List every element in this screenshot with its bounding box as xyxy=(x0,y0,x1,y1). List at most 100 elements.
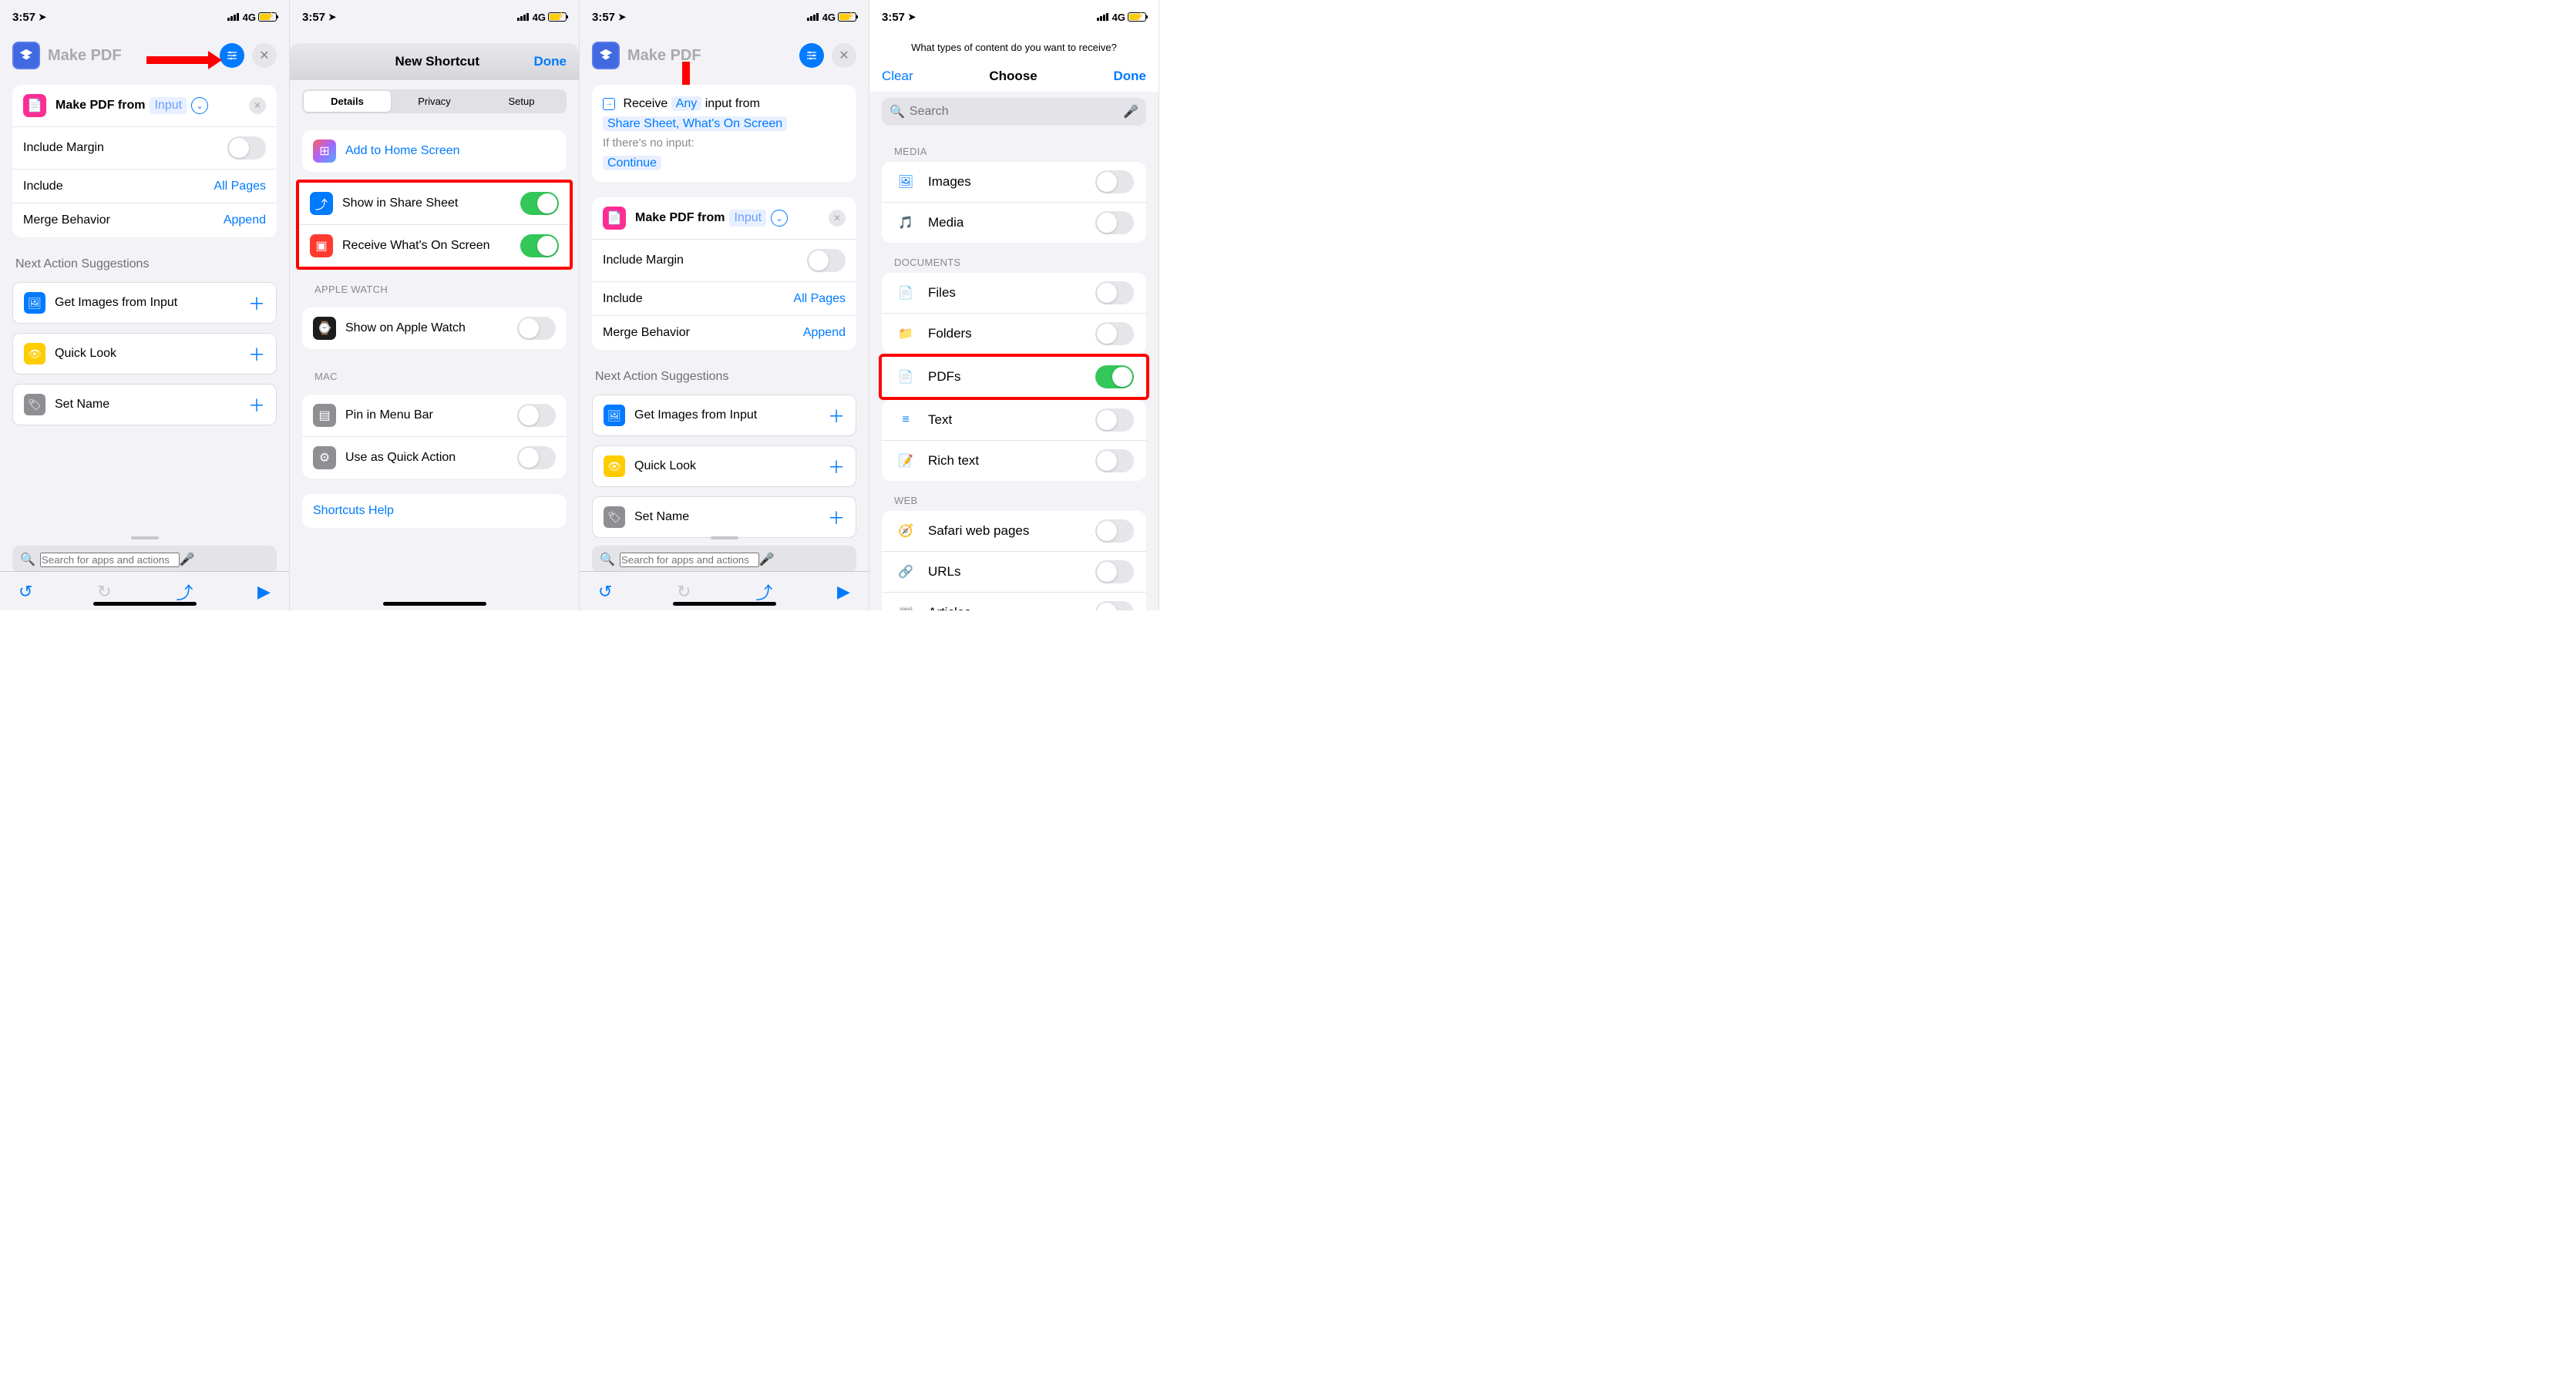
home-indicator[interactable] xyxy=(673,602,776,606)
search-field[interactable]: 🔍 🎤 xyxy=(592,546,856,573)
tab-setup[interactable]: Setup xyxy=(478,91,565,112)
images-toggle[interactable] xyxy=(1095,170,1134,193)
grabber-icon[interactable] xyxy=(711,536,738,539)
shortcut-icon[interactable] xyxy=(592,42,620,69)
clear-action-button[interactable]: ✕ xyxy=(249,97,266,114)
share-button[interactable]: ⤴ xyxy=(176,580,193,604)
row-safari: 🧭 Safari web pages xyxy=(882,511,1146,552)
search-field[interactable]: 🔍 🎤 xyxy=(882,98,1146,126)
merge-behavior-row[interactable]: Merge Behavior Append xyxy=(12,203,277,237)
action-title-row[interactable]: 📄 Make PDF from Input ⌄ ✕ xyxy=(12,85,277,127)
safari-toggle[interactable] xyxy=(1095,519,1134,543)
expand-icon[interactable]: ⌄ xyxy=(771,210,788,227)
run-button[interactable]: ▶ xyxy=(257,582,271,602)
suggestion-quick-look[interactable]: 👁 Quick Look ＋ xyxy=(592,445,856,487)
input-token[interactable]: Input xyxy=(150,97,187,114)
merge-behavior-row[interactable]: Merge Behavior Append xyxy=(592,316,856,350)
link-icon: 🔗 xyxy=(894,560,917,583)
sliders-icon xyxy=(226,49,238,62)
share-sheet-toggle[interactable] xyxy=(520,192,559,215)
home-indicator[interactable] xyxy=(383,602,486,606)
add-suggestion-button[interactable]: ＋ xyxy=(828,403,845,428)
richtext-toggle[interactable] xyxy=(1095,449,1134,472)
media-toggle[interactable] xyxy=(1095,211,1134,234)
suggestion-quick-look[interactable]: 👁 Quick Look ＋ xyxy=(12,333,277,375)
shortcut-icon[interactable] xyxy=(12,42,40,69)
undo-button[interactable]: ↺ xyxy=(18,582,32,602)
search-input[interactable] xyxy=(620,553,759,567)
text-icon: ≡ xyxy=(894,408,917,432)
any-token[interactable]: Any xyxy=(671,96,702,111)
close-button[interactable]: ✕ xyxy=(832,43,856,68)
pin-menu-toggle[interactable] xyxy=(517,404,556,427)
modal-header: New Shortcut Done xyxy=(290,43,579,80)
home-indicator[interactable] xyxy=(93,602,197,606)
shortcuts-help-row[interactable]: Shortcuts Help xyxy=(302,494,567,528)
share-button[interactable]: ⤴ xyxy=(755,580,772,604)
include-row[interactable]: Include All Pages xyxy=(592,282,856,316)
clear-action-button[interactable]: ✕ xyxy=(829,210,846,227)
images-icon: 🖼 xyxy=(604,405,625,426)
eye-icon: 👁 xyxy=(604,455,625,477)
apple-watch-toggle[interactable] xyxy=(517,317,556,340)
folders-toggle[interactable] xyxy=(1095,322,1134,345)
mic-icon[interactable]: 🎤 xyxy=(1123,104,1138,119)
receive-onscreen-toggle[interactable] xyxy=(520,234,559,257)
mic-icon[interactable]: 🎤 xyxy=(180,552,195,567)
richtext-icon: 📝 xyxy=(894,449,917,472)
include-margin-toggle[interactable] xyxy=(227,136,266,160)
segmented-control[interactable]: Details Privacy Setup xyxy=(302,89,567,113)
suggestion-set-name[interactable]: 🏷 Set Name ＋ xyxy=(12,384,277,425)
settings-button[interactable] xyxy=(799,43,824,68)
mic-icon[interactable]: 🎤 xyxy=(759,552,775,567)
suggestion-get-images[interactable]: 🖼 Get Images from Input ＋ xyxy=(592,395,856,436)
pdfs-toggle[interactable] xyxy=(1095,365,1134,388)
screen-1-shortcut-editor: 3:57➤ 4G ⚡ Make PDF ✕ 📄 Make PDF from In… xyxy=(0,0,290,610)
add-to-home-row[interactable]: ⊞ Add to Home Screen xyxy=(302,130,567,172)
add-suggestion-button[interactable]: ＋ xyxy=(828,505,845,529)
quick-action-row: ⚙ Use as Quick Action xyxy=(302,437,567,479)
status-bar: 3:57➤ 4G ⚡ xyxy=(869,0,1159,34)
search-input[interactable] xyxy=(910,105,1123,119)
tab-details[interactable]: Details xyxy=(304,91,391,112)
articles-toggle[interactable] xyxy=(1095,601,1134,610)
search-input[interactable] xyxy=(40,553,180,567)
signal-icon xyxy=(517,13,529,21)
row-urls: 🔗 URLs xyxy=(882,552,1146,593)
add-suggestion-button[interactable]: ＋ xyxy=(248,291,265,315)
add-suggestion-button[interactable]: ＋ xyxy=(828,454,845,479)
continue-token[interactable]: Continue xyxy=(603,156,661,170)
grabber-icon[interactable] xyxy=(131,536,159,539)
show-share-sheet-row: ⤴ Show in Share Sheet xyxy=(299,183,570,225)
input-token[interactable]: Input xyxy=(729,210,766,227)
text-toggle[interactable] xyxy=(1095,408,1134,432)
redo-button: ↻ xyxy=(97,582,111,602)
close-button[interactable]: ✕ xyxy=(252,43,277,68)
include-row[interactable]: Include All Pages xyxy=(12,170,277,203)
suggestion-get-images[interactable]: 🖼 Get Images from Input ＋ xyxy=(12,282,277,324)
editor-header: Make PDF ✕ xyxy=(0,34,289,77)
add-suggestion-button[interactable]: ＋ xyxy=(248,392,265,417)
files-toggle[interactable] xyxy=(1095,281,1134,304)
clear-button[interactable]: Clear xyxy=(882,69,913,84)
action-title-row[interactable]: 📄 Make PDF from Input ⌄ ✕ xyxy=(592,197,856,240)
add-suggestion-button[interactable]: ＋ xyxy=(248,341,265,366)
quick-action-toggle[interactable] xyxy=(517,446,556,469)
include-margin-toggle[interactable] xyxy=(807,249,846,272)
sliders-icon xyxy=(805,49,818,62)
suggestion-set-name[interactable]: 🏷 Set Name ＋ xyxy=(592,496,856,538)
tab-privacy[interactable]: Privacy xyxy=(391,91,478,112)
sources-token[interactable]: Share Sheet, What's On Screen xyxy=(603,116,787,131)
receive-onscreen-row: ▣ Receive What's On Screen xyxy=(299,225,570,267)
shortcut-title[interactable]: Make PDF xyxy=(627,47,792,65)
expand-icon[interactable]: ⌄ xyxy=(191,97,208,114)
done-button[interactable]: Done xyxy=(534,54,567,69)
urls-toggle[interactable] xyxy=(1095,560,1134,583)
search-field[interactable]: 🔍 🎤 xyxy=(12,546,277,573)
undo-button[interactable]: ↺ xyxy=(598,582,612,602)
types-scroll[interactable]: 🔍 🎤 MEDIA 🖼 Images 🎵 Media DOCUMENTS 📄 F… xyxy=(869,92,1159,610)
settings-button[interactable] xyxy=(220,43,244,68)
done-button[interactable]: Done xyxy=(1114,69,1147,84)
action-title-prefix: Make PDF from xyxy=(635,211,725,225)
run-button[interactable]: ▶ xyxy=(837,582,850,602)
